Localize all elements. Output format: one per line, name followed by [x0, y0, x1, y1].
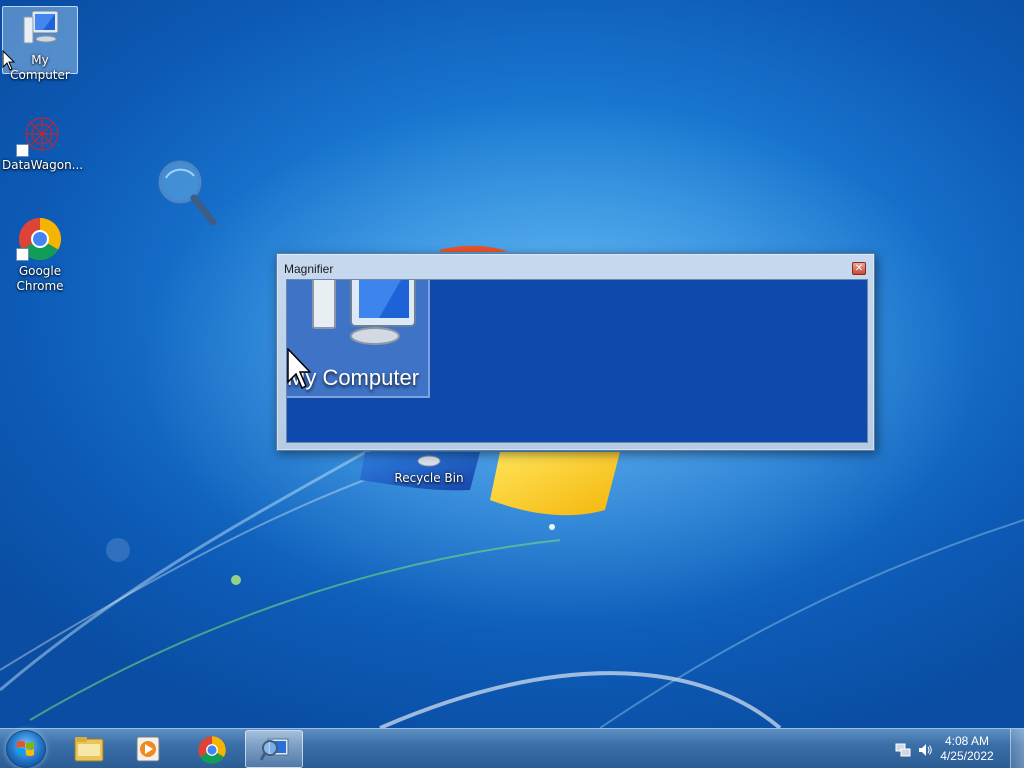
taskbar-explorer-button[interactable]	[60, 730, 118, 768]
taskbar-clock[interactable]: 4:08 AM 4/25/2022	[932, 734, 1002, 764]
shortcut-arrow-icon	[16, 144, 29, 157]
taskbar: 4:08 AM 4/25/2022	[0, 728, 1024, 768]
magnifier-glass-icon[interactable]	[156, 158, 218, 228]
clock-time: 4:08 AM	[944, 734, 990, 748]
close-button[interactable]: ✕	[852, 262, 866, 275]
show-desktop-button[interactable]	[1010, 729, 1024, 768]
media-player-icon	[136, 736, 160, 762]
folder-icon	[74, 737, 104, 762]
desktop-icon-recycle-bin[interactable]: Recycle Bin	[391, 455, 467, 486]
clock-date: 4/25/2022	[940, 749, 994, 763]
computer-icon	[23, 10, 59, 44]
computer-icon	[312, 280, 416, 345]
magnifier-window[interactable]: Magnifier ✕ My Computer	[276, 253, 875, 451]
chrome-icon	[198, 736, 226, 764]
start-button[interactable]	[6, 730, 46, 768]
taskbar-chrome-button[interactable]	[183, 730, 241, 768]
windows-logo-icon	[17, 741, 34, 756]
volume-icon[interactable]	[917, 742, 933, 758]
magnified-view: My Computer	[286, 279, 868, 443]
mouse-cursor-icon	[287, 348, 311, 390]
mouse-cursor-icon	[2, 50, 16, 71]
desktop-icon-google-chrome[interactable]: Google Chrome	[2, 216, 78, 294]
window-title: Magnifier	[284, 262, 334, 276]
magnifier-icon	[260, 738, 289, 761]
desktop-icon-label: Google Chrome	[16, 264, 64, 293]
desktop-icon-label: Recycle Bin	[394, 471, 464, 485]
desktop-icon-label: DataWagon...	[2, 158, 84, 172]
network-icon[interactable]	[895, 742, 911, 758]
taskbar-media-player-button[interactable]	[120, 730, 178, 768]
system-tray: 4:08 AM 4/25/2022	[884, 729, 1024, 768]
desktop-icon-datawagon[interactable]: DataWagon...	[2, 112, 84, 173]
shortcut-arrow-icon	[16, 248, 29, 261]
recycle-bin-icon	[417, 455, 441, 467]
taskbar-magnifier-button[interactable]	[245, 730, 303, 768]
